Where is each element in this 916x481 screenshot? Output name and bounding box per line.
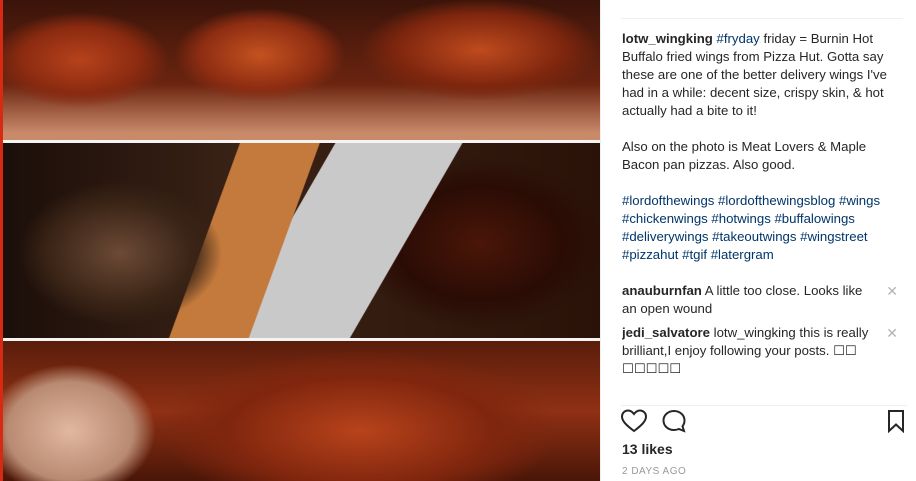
comment-item: jedi_salvatore lotw_wingking this is rea… <box>622 324 902 378</box>
comment-username[interactable]: anauburnfan <box>622 283 702 298</box>
caption-hashtag[interactable]: #fryday <box>717 31 760 46</box>
close-icon[interactable]: ✕ <box>886 282 898 300</box>
comment-icon[interactable] <box>661 409 687 438</box>
comment-item: anauburnfan A little too close. Looks li… <box>622 282 902 318</box>
comment-username[interactable]: jedi_salvatore <box>622 325 710 340</box>
photo-panel-pizza <box>0 143 600 338</box>
photo-panel-wing-closeup <box>0 341 600 481</box>
bookmark-icon[interactable] <box>887 409 905 438</box>
post-sidebar: lotw_wingking #fryday friday = Burnin Ho… <box>600 0 916 481</box>
heart-icon[interactable] <box>620 409 648 438</box>
post-header <box>621 0 903 19</box>
caption-text-2: Also on the photo is Meat Lovers & Maple… <box>622 139 867 172</box>
photo-edge-accent <box>0 0 3 481</box>
likes-count[interactable]: 13 likes <box>622 441 673 457</box>
caption-hashtags[interactable]: #lordofthewings #lordofthewingsblog #win… <box>622 192 902 264</box>
close-icon[interactable]: ✕ <box>886 324 898 342</box>
action-bar <box>620 405 907 438</box>
caption-username[interactable]: lotw_wingking <box>622 31 713 46</box>
photo-panel-wings-top <box>0 0 600 140</box>
post-caption: lotw_wingking #fryday friday = Burnin Ho… <box>622 30 902 264</box>
comments-scroll-area[interactable]: lotw_wingking #fryday friday = Burnin Ho… <box>622 30 902 398</box>
post-photo[interactable] <box>0 0 600 481</box>
post-timestamp[interactable]: 2 DAYS AGO <box>622 466 686 477</box>
